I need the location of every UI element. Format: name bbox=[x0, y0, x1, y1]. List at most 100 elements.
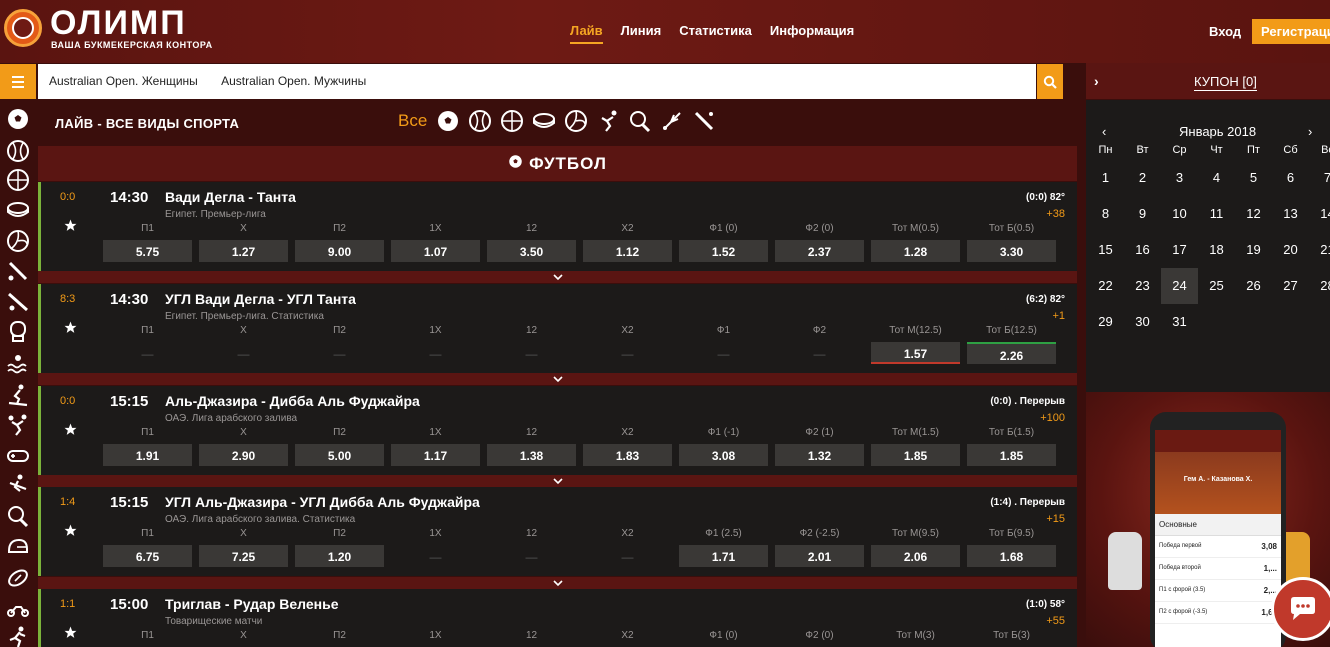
calendar-day[interactable]: 12 bbox=[1235, 196, 1272, 232]
handball-icon[interactable] bbox=[5, 412, 31, 438]
ski-jump-icon[interactable] bbox=[5, 472, 31, 498]
calendar-day[interactable]: 28 bbox=[1309, 268, 1330, 304]
boxing-icon[interactable] bbox=[5, 318, 31, 344]
nav-line[interactable]: Линия bbox=[621, 23, 662, 44]
more-markets-count[interactable]: +15 bbox=[1046, 513, 1065, 525]
calendar-day[interactable]: 7 bbox=[1309, 160, 1330, 196]
odds-button[interactable]: 5.00 bbox=[295, 444, 384, 466]
hockey-icon[interactable] bbox=[5, 197, 31, 223]
calendar-day[interactable]: 4 bbox=[1198, 160, 1235, 196]
calendar-day[interactable]: 8 bbox=[1087, 196, 1124, 232]
helmet-icon[interactable] bbox=[5, 534, 31, 560]
expand-row[interactable] bbox=[38, 475, 1077, 487]
expand-row[interactable] bbox=[38, 577, 1077, 589]
odds-button[interactable]: 3.08 bbox=[679, 444, 768, 466]
search-bar[interactable]: Australian Open. Женщины Australian Open… bbox=[38, 64, 1036, 99]
volleyball-icon[interactable] bbox=[563, 108, 589, 134]
odds-button[interactable]: 1.57 bbox=[871, 342, 960, 364]
badminton-icon[interactable] bbox=[659, 108, 685, 134]
bat-ball-icon[interactable] bbox=[5, 288, 31, 314]
calendar-day[interactable]: 22 bbox=[1087, 268, 1124, 304]
odds-button[interactable]: 2.01 bbox=[775, 545, 864, 567]
coupon-title[interactable]: КУПОН [0] bbox=[1194, 74, 1257, 91]
athletics-icon[interactable] bbox=[5, 624, 31, 647]
odds-button[interactable]: 3.50 bbox=[487, 240, 576, 262]
chevron-right-icon[interactable]: › bbox=[1094, 73, 1099, 89]
more-markets-count[interactable]: +38 bbox=[1046, 208, 1065, 220]
expand-row[interactable] bbox=[38, 373, 1077, 385]
odds-button[interactable]: 1.17 bbox=[391, 444, 480, 466]
calendar-day[interactable]: 24 bbox=[1161, 268, 1198, 304]
logo-icon[interactable] bbox=[4, 9, 42, 47]
handball-icon[interactable] bbox=[595, 108, 621, 134]
calendar-day[interactable]: 17 bbox=[1161, 232, 1198, 268]
nav-information[interactable]: Информация bbox=[770, 23, 854, 44]
match-teams[interactable]: Вади Дегла - Танта bbox=[165, 189, 296, 205]
calendar-day[interactable]: 30 bbox=[1124, 304, 1161, 340]
calendar-day[interactable]: 13 bbox=[1272, 196, 1309, 232]
water-polo-icon[interactable] bbox=[5, 350, 31, 376]
odds-button[interactable]: 1.12 bbox=[583, 240, 672, 262]
calendar-day[interactable]: 2 bbox=[1124, 160, 1161, 196]
match-row[interactable]: 0:0 15:15 Аль-Джазира - Дибба Аль Фуджайра… bbox=[38, 386, 1077, 475]
menu-icon[interactable] bbox=[0, 64, 36, 99]
table-tennis-icon[interactable] bbox=[627, 108, 653, 134]
calendar-prev-icon[interactable]: ‹ bbox=[1102, 124, 1106, 139]
odds-button[interactable]: 5.75 bbox=[103, 240, 192, 262]
calendar-day[interactable]: 21 bbox=[1309, 232, 1330, 268]
calendar-day[interactable]: 3 bbox=[1161, 160, 1198, 196]
match-row[interactable]: 1:1 15:00 Триглав - Рудар Веленье Товарищес… bbox=[38, 589, 1077, 647]
soccer-icon[interactable] bbox=[5, 106, 31, 132]
match-teams[interactable]: Аль-Джазира - Дибба Аль Фуджайра bbox=[165, 393, 420, 409]
odds-button[interactable]: 1.07 bbox=[391, 240, 480, 262]
calendar-day[interactable]: 10 bbox=[1161, 196, 1198, 232]
odds-button[interactable]: 1.68 bbox=[967, 545, 1056, 567]
odds-button[interactable]: 2.37 bbox=[775, 240, 864, 262]
tennis-icon[interactable] bbox=[467, 108, 493, 134]
calendar-next-icon[interactable]: › bbox=[1308, 124, 1312, 139]
match-row[interactable]: 8:3 14:30 УГЛ Вади Дегла - УГЛ Танта Египет… bbox=[38, 284, 1077, 373]
odds-button[interactable]: 6.75 bbox=[103, 545, 192, 567]
odds-button[interactable]: 1.85 bbox=[967, 444, 1056, 466]
chat-button[interactable] bbox=[1271, 577, 1330, 641]
expand-row[interactable] bbox=[38, 271, 1077, 283]
odds-button[interactable]: 1.32 bbox=[775, 444, 864, 466]
calendar-day[interactable]: 18 bbox=[1198, 232, 1235, 268]
match-teams[interactable]: УГЛ Аль-Джазира - УГЛ Дибба Аль Фуджайра bbox=[165, 494, 480, 510]
calendar-day[interactable]: 25 bbox=[1198, 268, 1235, 304]
match-row[interactable]: 1:4 15:15 УГЛ Аль-Джазира - УГЛ Дибба Аль … bbox=[38, 487, 1077, 576]
filter-all[interactable]: Все bbox=[398, 111, 427, 131]
odds-button[interactable]: 1.20 bbox=[295, 545, 384, 567]
odds-button[interactable]: 1.38 bbox=[487, 444, 576, 466]
odds-button[interactable]: 1.52 bbox=[679, 240, 768, 262]
calendar-day[interactable]: 6 bbox=[1272, 160, 1309, 196]
search-tag[interactable]: Australian Open. Женщины bbox=[49, 74, 198, 88]
table-tennis-icon[interactable] bbox=[5, 503, 31, 529]
skiing-icon[interactable] bbox=[5, 382, 31, 408]
gamepad-icon[interactable] bbox=[5, 442, 31, 468]
logo[interactable]: ОЛИМП bbox=[50, 6, 187, 40]
match-row[interactable]: 0:0 14:30 Вади Дегла - Танта Египет. Премье… bbox=[38, 182, 1077, 271]
odds-button[interactable]: 1.91 bbox=[103, 444, 192, 466]
calendar-day[interactable]: 1 bbox=[1087, 160, 1124, 196]
calendar-day[interactable]: 14 bbox=[1309, 196, 1330, 232]
calendar-day[interactable]: 15 bbox=[1087, 232, 1124, 268]
match-teams[interactable]: УГЛ Вади Дегла - УГЛ Танта bbox=[165, 291, 356, 307]
star-icon[interactable] bbox=[64, 524, 77, 542]
bat-icon[interactable] bbox=[691, 108, 717, 134]
rugby-icon[interactable] bbox=[5, 565, 31, 591]
motorsport-icon[interactable] bbox=[5, 596, 31, 622]
calendar-day[interactable]: 9 bbox=[1124, 196, 1161, 232]
calendar-day[interactable]: 23 bbox=[1124, 268, 1161, 304]
calendar-day[interactable]: 20 bbox=[1272, 232, 1309, 268]
calendar-day[interactable]: 5 bbox=[1235, 160, 1272, 196]
odds-button[interactable]: 1.85 bbox=[871, 444, 960, 466]
odds-button[interactable]: 1.27 bbox=[199, 240, 288, 262]
odds-button[interactable]: 9.00 bbox=[295, 240, 384, 262]
odds-button[interactable]: 1.83 bbox=[583, 444, 672, 466]
star-icon[interactable] bbox=[64, 626, 77, 644]
star-icon[interactable] bbox=[64, 321, 77, 339]
calendar-day[interactable]: 16 bbox=[1124, 232, 1161, 268]
more-markets-count[interactable]: +1 bbox=[1052, 310, 1065, 322]
calendar-day[interactable]: 19 bbox=[1235, 232, 1272, 268]
